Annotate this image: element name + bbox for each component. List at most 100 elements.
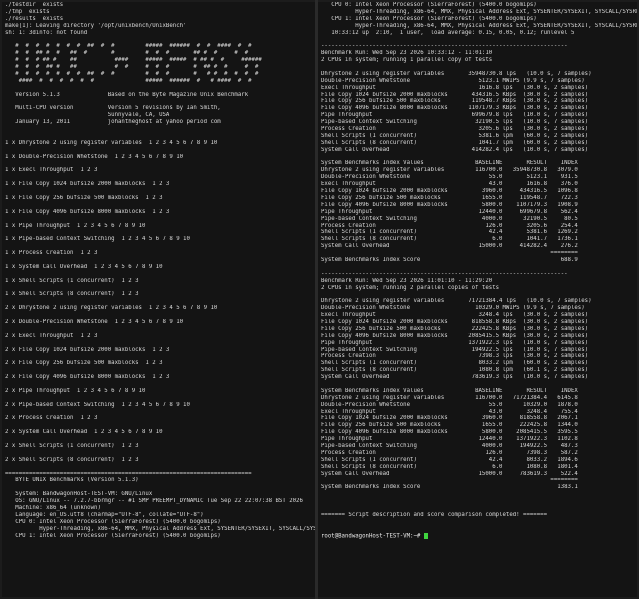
terminal-line: CPU 0: Intel Xeon Processor (SierraFores… [5,518,221,525]
shell-prompt-line[interactable]: root@BandwagonHost-TEST-VM:~# [318,532,637,540]
terminal-line: Version 5.1.3 Based on the Byte Magazine… [5,91,249,98]
terminal-pane-left[interactable]: ./testdir exists ./tmp exists ./results ex… [2,2,315,597]
shell-prompt: root@BandwagonHost-TEST-VM:~# [321,533,424,540]
terminal-line: 2 CPUs in system; running 1 parallel cop… [321,57,493,64]
terminal-line: 2 x Pipe-based Context Switching 1 2 3 4… [5,401,190,408]
terminal-line: Pipe-based Context Switching 194922.5 lp… [321,346,589,353]
terminal-line: #### # # # # # # ##### ###### # # #### #… [5,77,252,84]
terminal-line: System Benchmarks Index Score 688.9 [321,256,578,263]
terminal-line: System Call Overhead 414282.4 lps (10.0 … [321,146,589,153]
terminal-line: sh: 1: 3dinfo: not found [5,29,88,36]
terminal-line: make[1]: Leaving directory '/opt/unixben… [5,22,187,29]
terminal-line: ========================================… [5,470,252,477]
terminal-line: January 13, 2011 johantheghost at yahoo … [5,119,221,126]
terminal-line: ./results exists [5,15,64,22]
terminal-line: OS: GNU/Linux -- 7.2.7-bbrmgr -- #1 SMP … [5,498,303,505]
terminal-line: 1 x File Copy 4096 bufsize 8000 maxblock… [5,208,170,215]
terminal-line: Hyper-Threading, x86-64, MMX, Physical A… [321,8,637,15]
terminal-line: File Copy 4096 bufsize 8000 maxblocks 11… [321,105,589,112]
terminal-line: 2 x File Copy 256 bufsize 500 maxblocks … [5,360,163,367]
terminal-line: 1 x Shell Scripts (8 concurrent) 1 2 3 [5,291,139,298]
terminal-line: File Copy 256 bufsize 500 maxblocks 1195… [321,98,589,105]
terminal-line: 2 x System Call Overhead 1 2 3 4 5 6 7 8… [5,429,163,436]
terminal-line: Process Creation 7398.3 lps (30.0 s, 2 s… [321,353,589,360]
terminal-line: System Benchmarks Index Values BASELINE … [321,160,578,167]
terminal-line: System Call Overhead 15000.0 414282.4 27… [321,243,578,250]
terminal-line: 1 x Shell Scripts (1 concurrent) 1 2 3 [5,277,139,284]
terminal-line: Process Creation 126.0 3205.6 254.4 [321,222,578,229]
terminal-line: Execl Throughput 3248.4 lps (30.0 s, 2 s… [321,312,589,319]
terminal-line: ./tmp exists [5,8,50,15]
terminal-line: File Copy 1024 bufsize 2000 maxblocks 39… [321,415,578,422]
terminal-line: System Benchmarks Index Score 1383.1 [321,484,578,491]
terminal-line: Shell Scripts (1 concurrent) 5381.6 lpm … [321,132,589,139]
terminal-line: 1 x Execl Throughput 1 2 3 [5,167,98,174]
terminal-line: Shell Scripts (8 concurrent) 1080.8 lpm … [321,367,589,374]
terminal-line: Dhrystone 2 using register variables 116… [321,167,578,174]
terminal-line: 2 x File Copy 1024 bufsize 2000 maxblock… [5,346,170,353]
terminal-line: 1 x System Call Overhead 1 2 3 4 5 6 7 8… [5,263,163,270]
terminal-line: File Copy 1024 bufsize 2000 maxblocks 43… [321,91,589,98]
terminal-line: File Copy 4096 bufsize 8000 maxblocks 58… [321,201,578,208]
terminal-line: 2 x Shell Scripts (8 concurrent) 1 2 3 [5,456,139,463]
terminal-line: Execl Throughput 43.0 1616.8 376.0 [321,181,578,188]
terminal-line: 2 CPUs in system; running 2 parallel cop… [321,284,500,291]
terminal-line: # # # # # # # ## # # # # # # # # # # # # [5,70,259,77]
terminal-line: ======= Script description and score com… [321,511,547,518]
terminal-line: BYTE UNIX Benchmarks (Version 5.1.3) [5,477,139,484]
terminal-line: 1 x Process Creation 1 2 3 [5,250,98,257]
terminal-line: ======== [321,477,578,484]
terminal-line: Sunnyvale, CA, USA [5,112,170,119]
terminal-line: File Copy 256 bufsize 500 maxblocks 1655… [321,194,578,201]
terminal-line: 1 x Dhrystone 2 using register variables… [5,139,218,146]
terminal-line: ----------------------------------------… [321,270,568,277]
terminal-line: # # ## # # ## # # # # # ## # # # # [5,50,249,57]
terminal-line: ./testdir exists [5,2,64,8]
terminal-line: Pipe Throughput 12440.0 1371922.3 1102.8 [321,436,578,443]
terminal-line: Shell Scripts (1 concurrent) 42.4 5381.6… [321,229,578,236]
terminal-line: CPU 1: Intel Xeon Processor (SierraFores… [321,15,537,22]
terminal-line: Shell Scripts (1 concurrent) 42.4 8033.2… [321,456,578,463]
terminal-pane-right[interactable]: CPU 0: Intel Xeon Processor (SierraFores… [318,2,637,597]
terminal-line: # # # # # # # ## # # ##### ###### # # ##… [5,43,252,50]
terminal-line: Process Creation 3205.6 lps (30.0 s, 2 s… [321,126,589,133]
terminal-line: File Copy 1024 bufsize 2000 maxblocks 39… [321,188,578,195]
terminal-line: Pipe Throughput 699679.8 lps (10.0 s, 7 … [321,112,589,119]
terminal-line: Double-Precision Whetstone 55.0 10329.0 … [321,401,578,408]
terminal-line: ======== [321,250,578,257]
terminal-line: File Copy 256 bufsize 500 maxblocks 1655… [321,422,578,429]
terminal-line: File Copy 1024 bufsize 2000 maxblocks 81… [321,318,589,325]
terminal-line: Hyper-Threading, x86-64, MMX, Physical A… [5,525,315,532]
terminal-line: Pipe-based Context Switching 4000.0 3219… [321,215,578,222]
terminal-line: Shell Scripts (8 concurrent) 1041.7 lpm … [321,139,589,146]
terminal-line: System Benchmarks Index Values BASELINE … [321,387,578,394]
